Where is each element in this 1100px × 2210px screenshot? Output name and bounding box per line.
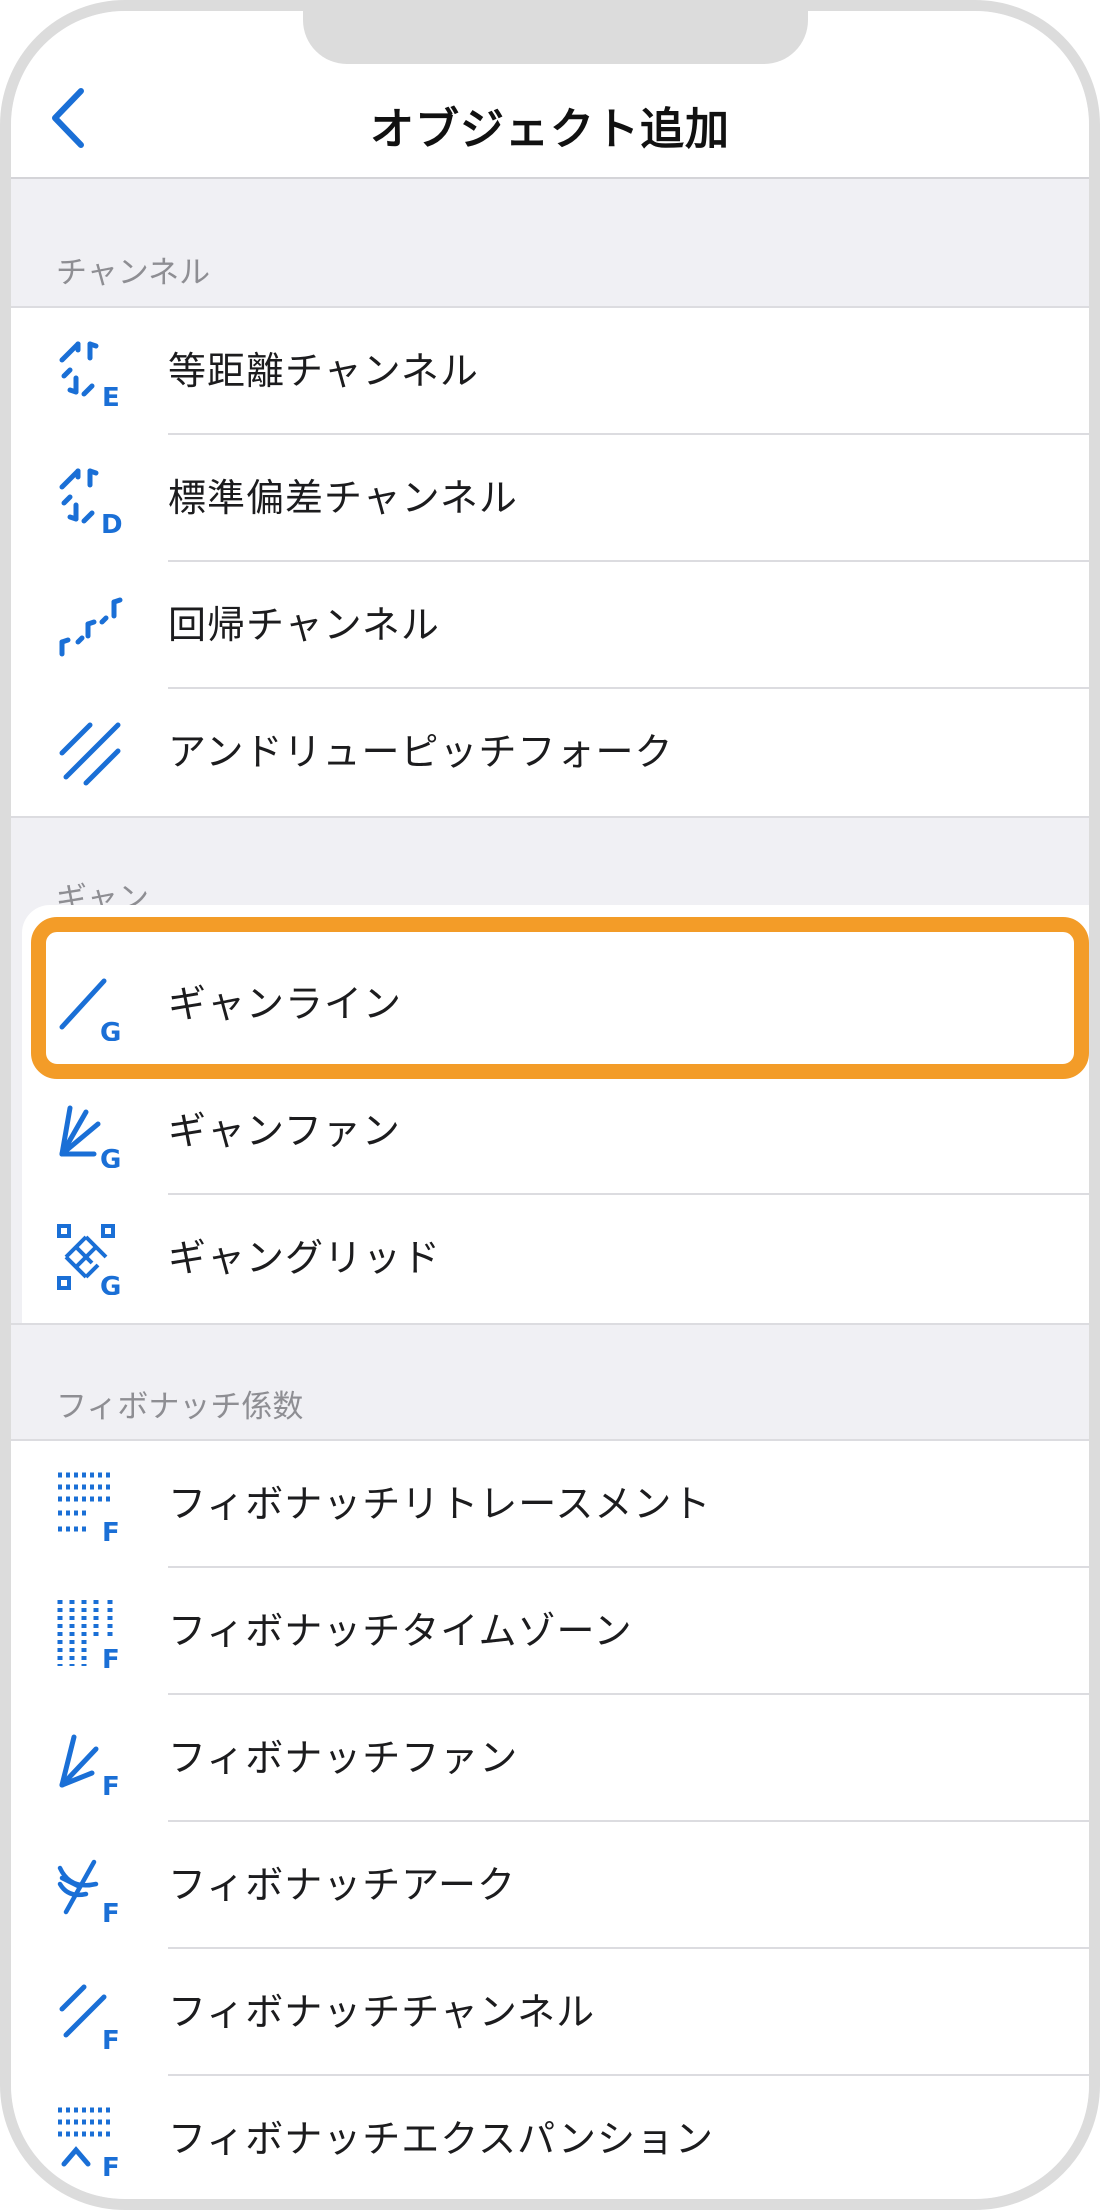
list-item-label: フィボナッチエクスパンション bbox=[168, 2117, 715, 2161]
list-item-fibonacci-fan[interactable]: F フィボナッチファン bbox=[11, 1695, 1089, 1822]
section-header-fibonacci: フィボナッチ係数 bbox=[56, 1389, 304, 1425]
list-item-gann-grid[interactable]: G ギャングリッド bbox=[22, 1195, 1089, 1322]
svg-text:G: G bbox=[100, 1018, 121, 1041]
gann-fan-icon: G bbox=[59, 1105, 121, 1168]
regression-channel-icon bbox=[59, 597, 123, 657]
list-item-label: フィボナッチタイムゾーン bbox=[168, 1609, 633, 1653]
gann-grid-icon: G bbox=[57, 1224, 121, 1295]
list-item-gann-fan[interactable]: G ギャンファン bbox=[22, 1068, 1089, 1195]
andrews-pitchfork-icon bbox=[59, 722, 121, 786]
list-item-std-deviation-channel[interactable]: D 標準偏差チャンネル bbox=[11, 435, 1089, 562]
gann-group: G ギャンライン G ギャンファン G ギャングリッド bbox=[11, 905, 1089, 1325]
list-item-label: フィボナッチファン bbox=[168, 1736, 519, 1780]
list-item-fibonacci-channel[interactable]: F フィボナッチチャンネル bbox=[11, 1949, 1089, 2076]
page-title: オブジェクト追加 bbox=[370, 104, 730, 155]
svg-text:F: F bbox=[102, 2153, 120, 2176]
fibonacci-expansion-icon: F bbox=[58, 2107, 120, 2176]
svg-text:F: F bbox=[102, 1772, 120, 1795]
svg-text:G: G bbox=[100, 1145, 121, 1168]
list-item-fibonacci-retracement[interactable]: F フィボナッチリトレースメント bbox=[11, 1441, 1089, 1568]
svg-text:F: F bbox=[102, 1645, 120, 1668]
svg-text:E: E bbox=[102, 383, 120, 408]
list-item-label: 標準偏差チャンネル bbox=[168, 476, 518, 520]
list-item-andrews-pitchfork[interactable]: アンドリューピッチフォーク bbox=[11, 689, 1089, 816]
svg-text:F: F bbox=[102, 1518, 120, 1541]
list-item-equidistant-channel[interactable]: E 等距離チャンネル bbox=[11, 308, 1089, 435]
list-item-label: 等距離チャンネル bbox=[168, 349, 479, 393]
std-deviation-channel-icon: D bbox=[59, 468, 123, 535]
list-item-label: ギャングリッド bbox=[168, 1236, 442, 1280]
list-item-label: ギャンライン bbox=[168, 982, 403, 1026]
svg-text:D: D bbox=[101, 510, 123, 535]
list-item-gann-line[interactable]: G ギャンライン bbox=[22, 941, 1089, 1068]
list-item-label: アンドリューピッチフォーク bbox=[168, 730, 674, 774]
fibonacci-group: F フィボナッチリトレースメント F フィボナッチタイムゾーン F フィボナッチ… bbox=[11, 1439, 1089, 2199]
phone-frame: オブジェクト追加 チャンネル E 等距離チャンネル D 標準偏差チャンネル 回帰… bbox=[0, 0, 1100, 2210]
fibonacci-channel-icon: F bbox=[59, 1984, 120, 2049]
gann-line-icon: G bbox=[59, 978, 121, 1041]
channels-group: E 等距離チャンネル D 標準偏差チャンネル 回帰チャンネル アンドリューピッチ… bbox=[11, 306, 1089, 818]
fibonacci-arc-icon: F bbox=[57, 1859, 120, 1922]
device-notch bbox=[303, 11, 808, 64]
section-header-gann: ギャン bbox=[56, 881, 149, 909]
list-item-label: フィボナッチアーク bbox=[168, 1863, 516, 1907]
list-item-fibonacci-timezones[interactable]: F フィボナッチタイムゾーン bbox=[11, 1568, 1089, 1695]
svg-text:F: F bbox=[102, 2026, 120, 2049]
list-item-label: フィボナッチリトレースメント bbox=[168, 1482, 712, 1526]
list-item-label: ギャンファン bbox=[168, 1109, 401, 1153]
list-item-regression-channel[interactable]: 回帰チャンネル bbox=[11, 562, 1089, 689]
list-item-fibonacci-expansion[interactable]: F フィボナッチエクスパンション bbox=[11, 2076, 1089, 2199]
list-item-label: フィボナッチチャンネル bbox=[168, 1990, 596, 2034]
svg-text:F: F bbox=[102, 1899, 120, 1922]
fibonacci-timezones-icon: F bbox=[57, 1600, 120, 1668]
list-item-label: 回帰チャンネル bbox=[168, 603, 440, 647]
fibonacci-fan-icon: F bbox=[59, 1734, 120, 1795]
fibonacci-retracement-icon: F bbox=[58, 1472, 120, 1541]
section-header-channels: チャンネル bbox=[56, 255, 211, 291]
list-item-fibonacci-arc[interactable]: F フィボナッチアーク bbox=[11, 1822, 1089, 1949]
group-bottom-border bbox=[11, 1323, 1089, 1325]
equidistant-channel-icon: E bbox=[59, 341, 120, 408]
svg-text:G: G bbox=[100, 1272, 121, 1295]
